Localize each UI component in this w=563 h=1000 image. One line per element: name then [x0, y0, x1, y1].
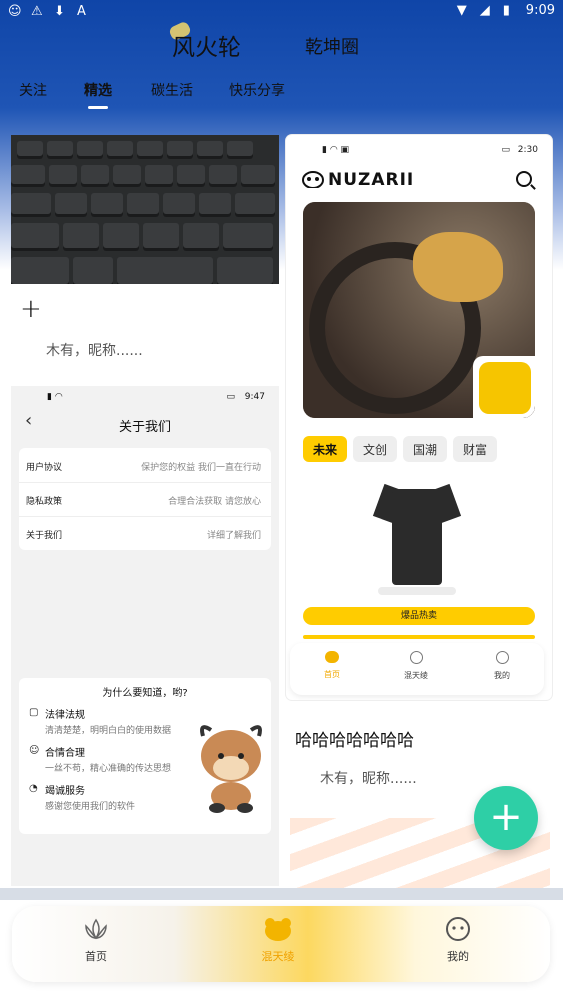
app-notification-icon: ☺ — [8, 4, 22, 19]
row-label: 关于我们 — [26, 531, 63, 541]
keyboard-photo[interactable] — [11, 135, 279, 284]
author-nickname[interactable]: 木有，昵称...... — [46, 340, 143, 360]
banner-strip — [303, 635, 535, 639]
row-value: 详细了解我们 — [206, 531, 261, 541]
hot-sale-banner: 爆品热卖 — [303, 607, 535, 625]
list-item: 用户协议 保护您的权益 我们一直在行动 — [19, 448, 271, 483]
figure-shape — [413, 232, 503, 302]
tab-carbon-life[interactable]: 碳生活 — [151, 80, 193, 100]
warning-icon: ⚠ — [31, 4, 43, 19]
cow-mascot-icon — [200, 725, 262, 813]
chip: 财富 — [453, 436, 498, 462]
tab-indicator — [88, 106, 108, 109]
create-post-button[interactable]: + — [474, 786, 538, 850]
add-icon[interactable]: + — [20, 294, 42, 324]
status-time: 9:09 — [525, 3, 555, 18]
row-value: 保护您的权益 我们一直在行动 — [141, 463, 261, 473]
plus-icon: + — [489, 794, 523, 840]
tab-follow[interactable]: 关注 — [19, 80, 47, 100]
search-icon — [516, 171, 532, 187]
lotus-icon — [85, 918, 107, 940]
battery-small-icon: ▮ ◠ — [47, 392, 63, 402]
tab-happy-share[interactable]: 快乐分享 — [229, 80, 285, 100]
why-item-sub: 一丝不苟，精心准确的传达思想 — [45, 764, 172, 774]
hero-image — [303, 202, 535, 418]
app-logo[interactable]: 风火轮 — [167, 20, 241, 62]
circle-tab[interactable]: 乾坤圈 — [305, 33, 359, 59]
signal-icon: ◢ — [479, 3, 490, 18]
divider — [0, 888, 563, 900]
post-title[interactable]: 哈哈哈哈哈哈哈 — [295, 726, 414, 751]
service-icon: ◔ — [29, 783, 38, 794]
wifi-icon: ▼ — [456, 3, 467, 18]
status-icons: ▮ ◠ ▣ — [322, 145, 350, 155]
font-icon: A — [77, 4, 86, 19]
bottom-nav: 首页 混天绫 我的 — [12, 906, 550, 982]
screenshot-status-bar: ▮ ◠ 9:47 ▭ — [11, 386, 279, 408]
author-nickname[interactable]: 木有，昵称...... — [320, 768, 417, 788]
smiley-icon — [495, 651, 509, 664]
bear-icon — [325, 651, 339, 663]
list-item: 隐私政策 合理合法获取 请您放心 — [19, 482, 271, 517]
nav-huntianling-label: 混天绫 — [261, 950, 295, 963]
why-item-title: 竭诚服务 — [45, 786, 85, 797]
tab-featured[interactable]: 精选 — [84, 80, 112, 100]
why-card: 为什么要知道，哟? ▢ 法律法规 清清楚楚，明明白白的使用数据 ☺ 合情合理 一… — [19, 678, 271, 834]
row-value: 合理合法获取 请您放心 — [168, 497, 261, 507]
nav-home[interactable]: 首页 — [56, 916, 136, 964]
nav-me[interactable]: 我的 — [418, 916, 498, 964]
brand-name: NUZARII — [328, 170, 415, 190]
screenshot-time: 9:47 — [244, 392, 265, 402]
why-item: ◔ 竭诚服务 感谢您使用我们的软件 — [29, 782, 135, 812]
battery-icon: ▮ — [502, 3, 510, 18]
feed-tabs: 关注 精选 碳生活 快乐分享 — [0, 78, 563, 112]
row-label: 用户协议 — [26, 463, 63, 473]
mascot-thumbnail — [473, 356, 535, 418]
tshirt-image — [372, 483, 462, 595]
why-item-title: 合情合理 — [45, 748, 85, 759]
list-item: 关于我们 详细了解我们 — [19, 516, 271, 550]
status-bar: ☺ ⚠ ⬇ A ▼ ◢ ▮ 9:09 — [0, 0, 563, 24]
chip: 未来 — [303, 436, 348, 462]
about-us-screenshot[interactable]: ▮ ◠ 9:47 ▭ ‹ 关于我们 用户协议 保护您的权益 我们一直在行动 隐私… — [11, 386, 279, 886]
chip: 文创 — [353, 436, 398, 462]
screenshot-battery-icon: ▭ — [501, 145, 510, 155]
why-item: ▢ 法律法规 清清楚楚，明明白白的使用数据 — [29, 706, 171, 736]
about-title: 关于我们 — [118, 420, 171, 435]
panda-logo-icon — [302, 171, 324, 188]
why-item-sub: 感谢您使用我们的软件 — [45, 802, 136, 812]
planet-icon — [409, 651, 423, 664]
smiley-icon — [446, 917, 470, 941]
nav-home-label: 首页 — [85, 950, 107, 963]
nuzarii-screenshot[interactable]: ▮ ◠ ▣ 2:30 ▭ NUZARII 未来 文创 国潮 财富 爆品热卖 首页… — [286, 135, 552, 700]
download-icon: ⬇ — [54, 4, 65, 19]
screenshot-time: 2:30 — [517, 145, 538, 155]
smile-icon: ☺ — [29, 745, 40, 756]
bear-icon — [265, 918, 291, 941]
nav-huntianling[interactable]: 混天绫 — [238, 916, 318, 964]
screenshot-status-bar: ▮ ◠ ▣ 2:30 ▭ — [286, 143, 552, 157]
chip: 国潮 — [403, 436, 448, 462]
screenshot-battery-icon: ▭ — [226, 392, 235, 402]
why-title: 为什么要知道，哟? — [102, 688, 188, 699]
screenshot-nav-home: 首页 — [302, 651, 362, 680]
why-item: ☺ 合情合理 一丝不苟，精心准确的传达思想 — [29, 744, 171, 774]
row-label: 隐私政策 — [26, 497, 63, 507]
screenshot-bottom-nav: 首页 混天绫 我的 — [290, 643, 544, 695]
why-item-title: 法律法规 — [45, 710, 85, 721]
document-icon: ▢ — [29, 707, 39, 718]
app-logo-text: 风火轮 — [172, 35, 241, 61]
nav-me-label: 我的 — [447, 950, 469, 963]
category-chips: 未来 文创 国潮 财富 — [303, 436, 498, 462]
why-item-sub: 清清楚楚，明明白白的使用数据 — [45, 726, 172, 736]
screenshot-nav-me: 我的 — [472, 651, 532, 681]
about-list: 用户协议 保护您的权益 我们一直在行动 隐私政策 合理合法获取 请您放心 关于我… — [19, 448, 271, 550]
screenshot-nav-mid: 混天绫 — [386, 651, 446, 681]
